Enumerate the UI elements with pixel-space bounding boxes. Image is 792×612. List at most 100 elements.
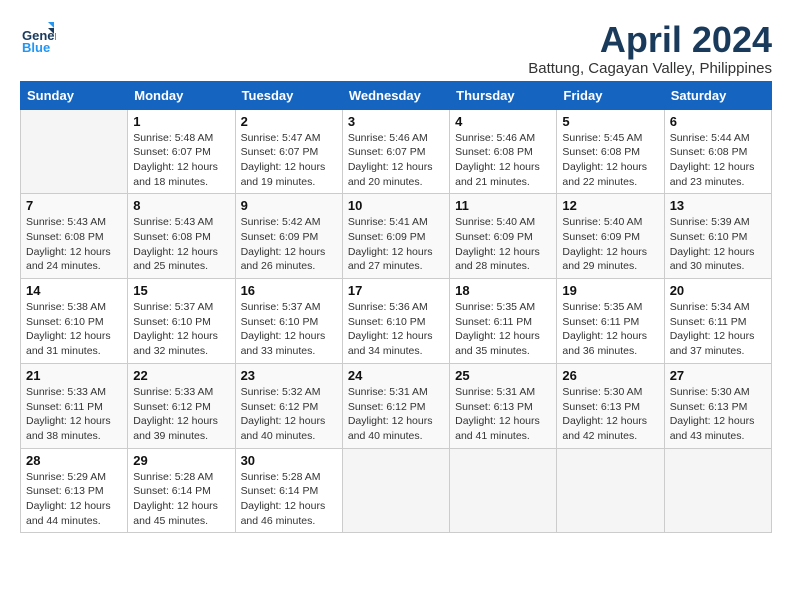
calendar-cell: 25 Sunrise: 5:31 AMSunset: 6:13 PMDayligh… xyxy=(450,363,557,448)
day-number: 3 xyxy=(348,114,444,129)
day-number: 2 xyxy=(241,114,337,129)
calendar-cell: 18 Sunrise: 5:35 AMSunset: 6:11 PMDayligh… xyxy=(450,279,557,364)
day-number: 1 xyxy=(133,114,229,129)
day-number: 29 xyxy=(133,453,229,468)
week-row-4: 21 Sunrise: 5:33 AMSunset: 6:11 PMDayligh… xyxy=(21,363,772,448)
calendar-cell: 9 Sunrise: 5:42 AMSunset: 6:09 PMDaylight… xyxy=(235,194,342,279)
calendar-cell xyxy=(450,448,557,533)
day-info: Sunrise: 5:45 AMSunset: 6:08 PMDaylight:… xyxy=(562,131,658,190)
day-info: Sunrise: 5:34 AMSunset: 6:11 PMDaylight:… xyxy=(670,300,766,359)
day-number: 16 xyxy=(241,283,337,298)
day-info: Sunrise: 5:33 AMSunset: 6:11 PMDaylight:… xyxy=(26,385,122,444)
header: General Blue April 2024 Battung, Cagayan… xyxy=(20,20,772,77)
day-info: Sunrise: 5:28 AMSunset: 6:14 PMDaylight:… xyxy=(133,470,229,529)
calendar-cell: 8Sunrise: 5:43 AMSunset: 6:08 PMDaylight… xyxy=(128,194,235,279)
day-info: Sunrise: 5:30 AMSunset: 6:13 PMDaylight:… xyxy=(670,385,766,444)
header-sunday: Sunday xyxy=(21,81,128,109)
day-number: 18 xyxy=(455,283,551,298)
calendar-cell: 24 Sunrise: 5:31 AMSunset: 6:12 PMDayligh… xyxy=(342,363,449,448)
day-number: 6 xyxy=(670,114,766,129)
calendar-cell: 17 Sunrise: 5:36 AMSunset: 6:10 PMDayligh… xyxy=(342,279,449,364)
day-info: Sunrise: 5:37 AMSunset: 6:10 PMDaylight:… xyxy=(241,300,337,359)
calendar-cell xyxy=(664,448,771,533)
day-number: 27 xyxy=(670,368,766,383)
day-info: Sunrise: 5:43 AMSunset: 6:08 PMDaylight:… xyxy=(133,215,229,274)
day-number: 22 xyxy=(133,368,229,383)
day-info: Sunrise: 5:40 AMSunset: 6:09 PMDaylight:… xyxy=(455,215,551,274)
day-info: Sunrise: 5:39 AMSunset: 6:10 PMDaylight:… xyxy=(670,215,766,274)
day-info: Sunrise: 5:47 AMSunset: 6:07 PMDaylight:… xyxy=(241,131,337,190)
calendar-cell xyxy=(21,109,128,194)
day-number: 24 xyxy=(348,368,444,383)
header-friday: Friday xyxy=(557,81,664,109)
week-row-1: 1Sunrise: 5:48 AMSunset: 6:07 PMDaylight… xyxy=(21,109,772,194)
week-row-2: 7 Sunrise: 5:43 AMSunset: 6:08 PMDaylight… xyxy=(21,194,772,279)
calendar-cell: 5 Sunrise: 5:45 AMSunset: 6:08 PMDaylight… xyxy=(557,109,664,194)
day-number: 28 xyxy=(26,453,122,468)
calendar-cell: 16 Sunrise: 5:37 AMSunset: 6:10 PMDayligh… xyxy=(235,279,342,364)
day-number: 4 xyxy=(455,114,551,129)
logo: General Blue xyxy=(20,20,58,56)
calendar-cell: 21 Sunrise: 5:33 AMSunset: 6:11 PMDayligh… xyxy=(21,363,128,448)
calendar-cell: 23Sunrise: 5:32 AMSunset: 6:12 PMDayligh… xyxy=(235,363,342,448)
day-info: Sunrise: 5:40 AMSunset: 6:09 PMDaylight:… xyxy=(562,215,658,274)
day-number: 13 xyxy=(670,198,766,213)
header-tuesday: Tuesday xyxy=(235,81,342,109)
calendar-table: SundayMondayTuesdayWednesdayThursdayFrid… xyxy=(20,81,772,534)
calendar-cell: 19 Sunrise: 5:35 AMSunset: 6:11 PMDayligh… xyxy=(557,279,664,364)
header-thursday: Thursday xyxy=(450,81,557,109)
day-number: 25 xyxy=(455,368,551,383)
calendar-cell: 2 Sunrise: 5:47 AMSunset: 6:07 PMDaylight… xyxy=(235,109,342,194)
day-info: Sunrise: 5:31 AMSunset: 6:13 PMDaylight:… xyxy=(455,385,551,444)
calendar-cell: 30Sunrise: 5:28 AMSunset: 6:14 PMDayligh… xyxy=(235,448,342,533)
day-number: 14 xyxy=(26,283,122,298)
day-number: 12 xyxy=(562,198,658,213)
calendar-cell: 26 Sunrise: 5:30 AMSunset: 6:13 PMDayligh… xyxy=(557,363,664,448)
calendar-cell: 28 Sunrise: 5:29 AMSunset: 6:13 PMDayligh… xyxy=(21,448,128,533)
day-info: Sunrise: 5:42 AMSunset: 6:09 PMDaylight:… xyxy=(241,215,337,274)
day-number: 9 xyxy=(241,198,337,213)
calendar-cell: 10Sunrise: 5:41 AMSunset: 6:09 PMDayligh… xyxy=(342,194,449,279)
day-info: Sunrise: 5:31 AMSunset: 6:12 PMDaylight:… xyxy=(348,385,444,444)
header-saturday: Saturday xyxy=(664,81,771,109)
day-number: 26 xyxy=(562,368,658,383)
day-info: Sunrise: 5:46 AMSunset: 6:08 PMDaylight:… xyxy=(455,131,551,190)
day-info: Sunrise: 5:30 AMSunset: 6:13 PMDaylight:… xyxy=(562,385,658,444)
day-number: 19 xyxy=(562,283,658,298)
logo-icon: General Blue xyxy=(20,20,56,56)
calendar-cell: 27 Sunrise: 5:30 AMSunset: 6:13 PMDayligh… xyxy=(664,363,771,448)
day-number: 23 xyxy=(241,368,337,383)
header-row: SundayMondayTuesdayWednesdayThursdayFrid… xyxy=(21,81,772,109)
day-info: Sunrise: 5:35 AMSunset: 6:11 PMDaylight:… xyxy=(562,300,658,359)
day-info: Sunrise: 5:29 AMSunset: 6:13 PMDaylight:… xyxy=(26,470,122,529)
calendar-cell xyxy=(557,448,664,533)
day-number: 20 xyxy=(670,283,766,298)
header-monday: Monday xyxy=(128,81,235,109)
svg-text:Blue: Blue xyxy=(22,40,50,55)
day-info: Sunrise: 5:41 AMSunset: 6:09 PMDaylight:… xyxy=(348,215,444,274)
header-wednesday: Wednesday xyxy=(342,81,449,109)
page-container: General Blue April 2024 Battung, Cagayan… xyxy=(20,20,772,533)
day-number: 17 xyxy=(348,283,444,298)
day-info: Sunrise: 5:33 AMSunset: 6:12 PMDaylight:… xyxy=(133,385,229,444)
calendar-cell: 7Sunrise: 5:43 AMSunset: 6:08 PMDaylight… xyxy=(21,194,128,279)
calendar-cell: 1Sunrise: 5:48 AMSunset: 6:07 PMDaylight… xyxy=(128,109,235,194)
calendar-cell: 14 Sunrise: 5:38 AMSunset: 6:10 PMDayligh… xyxy=(21,279,128,364)
day-number: 7 xyxy=(26,198,122,213)
month-title: April 2024 xyxy=(528,20,772,60)
day-info: Sunrise: 5:36 AMSunset: 6:10 PMDaylight:… xyxy=(348,300,444,359)
calendar-cell: 11 Sunrise: 5:40 AMSunset: 6:09 PMDayligh… xyxy=(450,194,557,279)
day-info: Sunrise: 5:38 AMSunset: 6:10 PMDaylight:… xyxy=(26,300,122,359)
title-block: April 2024 Battung, Cagayan Valley, Phil… xyxy=(528,20,772,77)
day-number: 21 xyxy=(26,368,122,383)
calendar-cell: 29 Sunrise: 5:28 AMSunset: 6:14 PMDayligh… xyxy=(128,448,235,533)
day-number: 5 xyxy=(562,114,658,129)
calendar-cell: 15Sunrise: 5:37 AMSunset: 6:10 PMDayligh… xyxy=(128,279,235,364)
day-info: Sunrise: 5:46 AMSunset: 6:07 PMDaylight:… xyxy=(348,131,444,190)
day-number: 11 xyxy=(455,198,551,213)
week-row-3: 14 Sunrise: 5:38 AMSunset: 6:10 PMDayligh… xyxy=(21,279,772,364)
day-info: Sunrise: 5:35 AMSunset: 6:11 PMDaylight:… xyxy=(455,300,551,359)
calendar-cell: 22 Sunrise: 5:33 AMSunset: 6:12 PMDayligh… xyxy=(128,363,235,448)
calendar-cell: 13 Sunrise: 5:39 AMSunset: 6:10 PMDayligh… xyxy=(664,194,771,279)
calendar-cell: 12 Sunrise: 5:40 AMSunset: 6:09 PMDayligh… xyxy=(557,194,664,279)
